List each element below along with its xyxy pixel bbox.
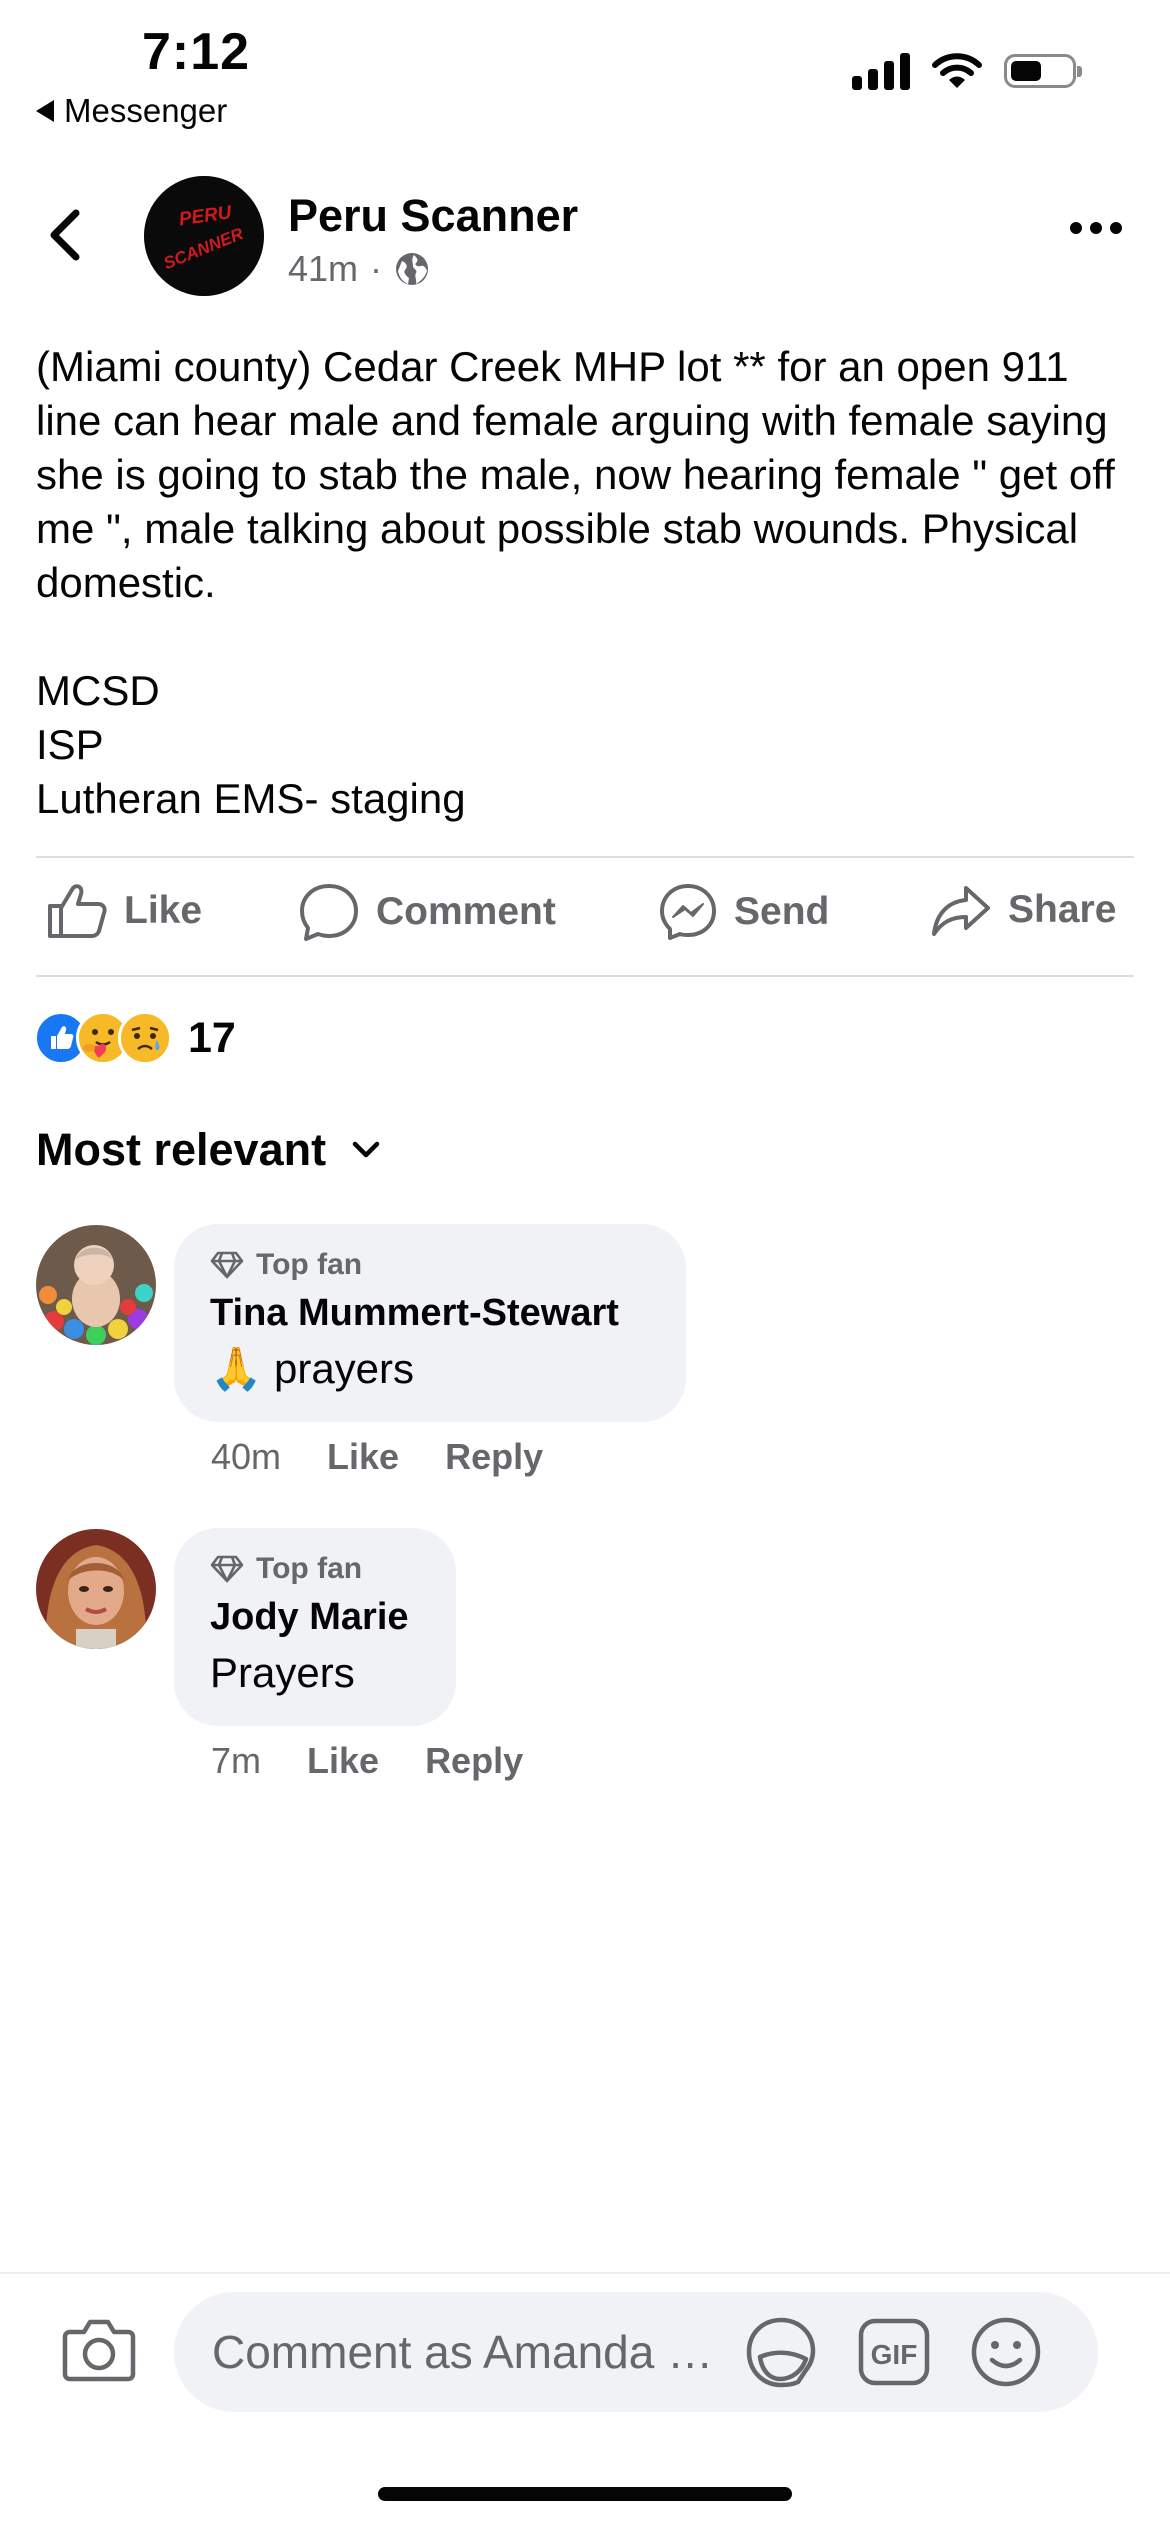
praying-hands-emoji: 🙏 — [210, 1345, 263, 1392]
sticker-icon[interactable] — [744, 2315, 818, 2389]
back-to-messenger-link[interactable]: Messenger — [36, 92, 227, 130]
gif-icon[interactable]: GIF — [858, 2318, 930, 2386]
commenter-avatar[interactable] — [36, 1225, 156, 1345]
composer-divider — [0, 2272, 1170, 2274]
comment-input[interactable]: Comment as Amanda S... GIF — [174, 2292, 1098, 2412]
globe-icon — [396, 253, 429, 285]
comment-text: 🙏 prayers — [210, 1345, 650, 1394]
top-fan-badge: Top fan — [210, 1552, 420, 1586]
comment-like-button[interactable]: Like — [307, 1740, 379, 1782]
back-chevron-icon[interactable] — [42, 205, 92, 265]
comment-input-placeholder: Comment as Amanda S... — [212, 2326, 732, 2378]
like-label: Like — [124, 889, 203, 932]
badge-label: Top fan — [256, 1552, 363, 1585]
like-button[interactable]: Like — [46, 882, 202, 940]
thumbs-up-icon — [48, 884, 107, 938]
comment-time: 40m — [211, 1436, 282, 1477]
divider-top — [36, 856, 1134, 858]
comment-meta: 7m Like Reply — [211, 1740, 523, 1782]
status-icons — [852, 52, 1082, 90]
comment-text-body: prayers — [273, 1345, 415, 1392]
post-time[interactable]: 41m — [288, 248, 358, 290]
commenter-avatar[interactable] — [36, 1529, 156, 1649]
comment-sort-dropdown[interactable]: Most relevant — [36, 1124, 380, 1176]
comment-time: 7m — [211, 1740, 262, 1781]
chevron-down-icon — [352, 1141, 380, 1158]
comment-text: Prayers — [210, 1649, 355, 1696]
divider-bottom — [36, 975, 1134, 977]
reaction-count: 17 — [188, 1013, 236, 1062]
messenger-icon — [660, 884, 716, 940]
comment-reply-button[interactable]: Reply — [445, 1436, 543, 1478]
post-body: (Miami county) Cedar Creek MHP lot ** fo… — [36, 343, 1115, 822]
status-time: 7:12 — [142, 23, 251, 81]
comment-like-button[interactable]: Like — [327, 1436, 399, 1478]
reactions-summary[interactable]: 17 — [34, 1011, 236, 1065]
more-options-button[interactable] — [1070, 222, 1122, 234]
battery-icon — [1004, 54, 1082, 88]
share-arrow-icon — [932, 886, 990, 936]
comment-button[interactable]: Comment — [298, 882, 556, 942]
comment-bubble[interactable]: Top fan Jody Marie Prayers — [174, 1528, 456, 1726]
send-button[interactable]: Send — [658, 882, 829, 942]
comment-bubble-icon — [300, 884, 358, 941]
comment-label: Comment — [376, 890, 556, 933]
comment-reply-button[interactable]: Reply — [425, 1740, 523, 1782]
page-name[interactable]: Peru Scanner — [288, 190, 578, 242]
home-indicator[interactable] — [378, 2487, 792, 2501]
comment-bubble[interactable]: Top fan Tina Mummert-Stewart 🙏 prayers — [174, 1224, 686, 1422]
share-label: Share — [1008, 888, 1117, 931]
diamond-icon — [210, 1555, 244, 1583]
send-label: Send — [734, 890, 830, 933]
wifi-icon — [932, 53, 982, 88]
post-meta: 41m · — [288, 248, 430, 290]
commenter-name[interactable]: Jody Marie — [210, 1596, 420, 1639]
peru-scanner-logo: PERU SCANNER — [144, 176, 264, 296]
camera-icon[interactable] — [62, 2316, 136, 2382]
page-avatar[interactable]: PERU SCANNER — [144, 176, 264, 296]
meta-separator: · — [370, 248, 383, 289]
sort-label: Most relevant — [36, 1124, 327, 1175]
commenter-name[interactable]: Tina Mummert-Stewart — [210, 1292, 650, 1335]
gif-label: GIF — [871, 2339, 918, 2370]
sad-reaction-icon — [118, 1011, 172, 1065]
diamond-icon — [210, 1251, 244, 1279]
badge-label: Top fan — [256, 1248, 363, 1281]
comment-meta: 40m Like Reply — [211, 1436, 543, 1478]
back-triangle-icon — [36, 100, 54, 122]
share-button[interactable]: Share — [930, 882, 1116, 938]
top-fan-badge: Top fan — [210, 1248, 650, 1282]
back-app-label: Messenger — [64, 92, 228, 129]
cellular-signal-icon — [852, 52, 910, 90]
emoji-icon[interactable] — [970, 2316, 1042, 2388]
